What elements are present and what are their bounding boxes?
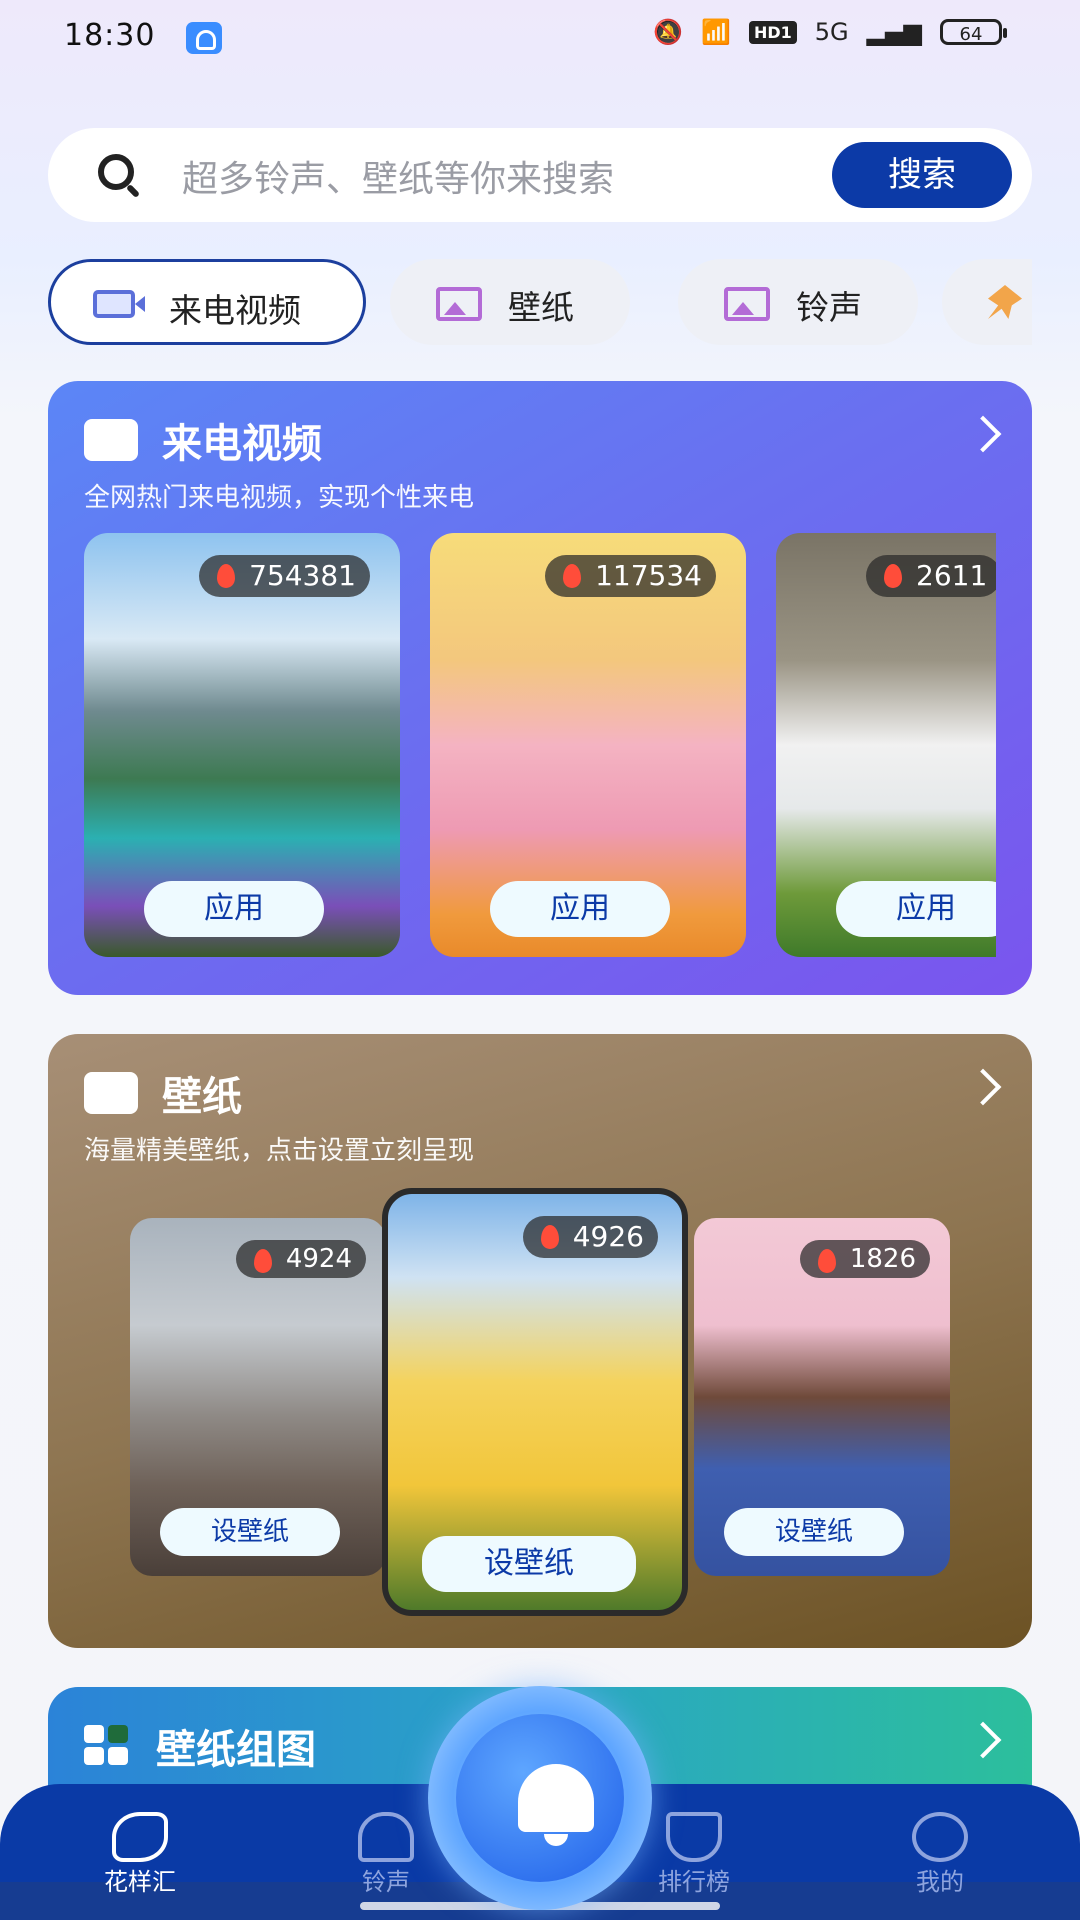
heat-badge: 754381 — [199, 555, 370, 597]
heat-badge: 4926 — [522, 1216, 658, 1258]
signal-5g-icon: 5G — [814, 18, 849, 46]
chevron-right-icon[interactable] — [964, 1068, 1002, 1106]
image-icon — [436, 287, 482, 321]
status-icons: 🔕 📶 HD1 5G ▂▄▆ 64 — [653, 18, 1007, 46]
nav-label: 我的 — [916, 1868, 964, 1896]
apply-button[interactable]: 应用 — [836, 881, 996, 937]
status-time: 18:30 — [64, 18, 156, 53]
video-thumbnail[interactable]: 2611 应用 — [776, 533, 996, 957]
tab-ringtone[interactable]: 铃声 — [678, 259, 918, 345]
battery-icon: 64 — [940, 19, 1007, 45]
grid-icon — [84, 1725, 130, 1765]
fire-icon — [540, 1225, 559, 1249]
image-icon — [724, 287, 770, 321]
section-title: 壁纸 — [162, 1074, 242, 1120]
section-subtitle: 海量精美壁纸，点击设置立刻呈现 — [84, 1136, 475, 1166]
fire-icon — [253, 1249, 272, 1273]
flower-icon — [112, 1812, 168, 1862]
fire-icon — [817, 1249, 836, 1273]
app-notification-icon — [186, 22, 222, 54]
section-subtitle: 全网热门来电视频，实现个性来电 — [84, 483, 475, 513]
nav-item-mine[interactable]: 我的 — [870, 1812, 1010, 1897]
video-thumbnail[interactable]: 117534 应用 — [430, 533, 746, 957]
wallpaper-thumbnail-featured[interactable]: 4926 设壁纸 — [382, 1188, 688, 1616]
set-wallpaper-button[interactable]: 设壁纸 — [724, 1508, 904, 1556]
chevron-right-icon[interactable] — [964, 1721, 1002, 1759]
heat-badge: 4924 — [235, 1240, 366, 1278]
picture-icon — [84, 1072, 138, 1114]
video-camera-icon — [93, 290, 145, 318]
wallpaper-thumbnail[interactable]: 1826 设壁纸 — [694, 1218, 950, 1576]
nav-item-home[interactable]: 花样汇 — [70, 1812, 210, 1897]
tab-more[interactable] — [942, 259, 1032, 345]
tab-label: 壁纸 — [508, 288, 574, 327]
video-thumbnail[interactable]: 754381 应用 — [84, 533, 400, 957]
nav-label: 铃声 — [362, 1868, 410, 1896]
wallpaper-section: 壁纸 海量精美壁纸，点击设置立刻呈现 4924 设壁纸 1826 设壁纸 492… — [48, 1034, 1032, 1648]
bell-icon — [358, 1812, 414, 1862]
heat-badge: 117534 — [545, 555, 716, 597]
tab-label: 来电视频 — [169, 291, 301, 330]
tab-wallpaper[interactable]: 壁纸 — [390, 259, 630, 345]
mute-icon: 🔕 — [653, 18, 684, 46]
nav-label: 排行榜 — [658, 1868, 730, 1896]
wifi-icon: 📶 — [701, 18, 731, 46]
signal-bars-icon: ▂▄▆ — [866, 18, 922, 46]
wallpaper-thumbnail[interactable]: 4924 设壁纸 — [130, 1218, 386, 1576]
tv-icon — [84, 419, 138, 461]
tab-call-video[interactable]: 来电视频 — [48, 259, 366, 345]
center-ringtone-button[interactable] — [428, 1686, 652, 1910]
set-wallpaper-button[interactable]: 设壁纸 — [160, 1508, 340, 1556]
heat-count: 754381 — [249, 559, 356, 592]
fire-icon — [884, 564, 902, 588]
search-input[interactable]: 超多铃声、壁纸等你来搜索 — [182, 150, 614, 202]
fire-icon — [563, 564, 582, 588]
heat-badge: 2611 — [866, 555, 996, 597]
call-video-section: 来电视频 全网热门来电视频，实现个性来电 754381 应用 117534 应用… — [48, 381, 1032, 995]
heat-count: 4924 — [285, 1244, 352, 1274]
chat-face-icon — [912, 1812, 968, 1862]
search-button[interactable]: 搜索 — [832, 142, 1012, 208]
heat-count: 4926 — [572, 1220, 644, 1253]
section-title: 来电视频 — [162, 421, 322, 467]
category-tabs: 来电视频 壁纸 铃声 — [48, 259, 1032, 345]
search-bar[interactable]: 超多铃声、壁纸等你来搜索 搜索 — [48, 128, 1032, 222]
heat-count: 117534 — [595, 559, 702, 592]
status-bar: 18:30 🔕 📶 HD1 5G ▂▄▆ 64 — [0, 0, 1080, 78]
apply-button[interactable]: 应用 — [490, 881, 670, 937]
heat-badge: 1826 — [799, 1240, 930, 1278]
heat-count: 2611 — [916, 559, 988, 592]
bell-sound-icon — [518, 1764, 594, 1846]
apply-button[interactable]: 应用 — [144, 881, 324, 937]
chevron-right-icon[interactable] — [964, 415, 1002, 453]
fire-icon — [217, 564, 236, 588]
trophy-icon — [666, 1812, 722, 1862]
heat-count: 1826 — [849, 1244, 916, 1274]
hd-icon: HD1 — [748, 20, 797, 44]
section-title: 壁纸组图 — [156, 1727, 316, 1773]
pin-icon — [988, 285, 1022, 319]
set-wallpaper-button[interactable]: 设壁纸 — [422, 1536, 636, 1592]
tab-label: 铃声 — [796, 288, 862, 327]
search-icon — [98, 154, 134, 190]
nav-label: 花样汇 — [104, 1868, 176, 1896]
